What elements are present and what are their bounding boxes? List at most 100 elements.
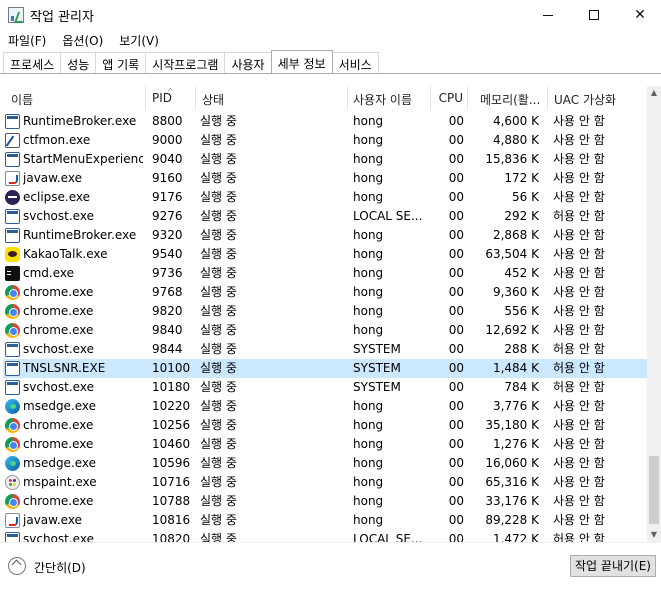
menu-view[interactable]: 보기(V) (111, 30, 167, 50)
table-row[interactable]: chrome.exe 10256 실행 중 hong 00 35,180 K 사용 안 함 (3, 416, 647, 435)
column-header-user[interactable]: 사용자 이름 (348, 86, 431, 110)
process-name: eclipse.exe (23, 190, 91, 204)
table-row[interactable]: chrome.exe 9840 실행 중 hong 00 12,692 K 사용 안 함 (3, 321, 647, 340)
process-uac: 사용 안 함 (553, 399, 605, 413)
table-row[interactable]: svchost.exe 9276 실행 중 LOCAL SE... 00 292 K 허용 … (3, 207, 647, 226)
process-memory: 16,060 K (485, 456, 539, 470)
scroll-up-icon[interactable]: ▲ (647, 86, 661, 100)
process-user: hong (353, 513, 384, 527)
close-button[interactable]: ✕ (617, 0, 661, 30)
tab-services[interactable]: 서비스 (331, 52, 379, 73)
tab-performance[interactable]: 성능 (60, 52, 97, 73)
table-row[interactable]: javaw.exe 10816 실행 중 hong 00 89,228 K 사용 안 함 (3, 511, 647, 530)
column-header-memory[interactable]: 메모리(활... (468, 86, 548, 110)
table-row[interactable]: svchost.exe 10180 실행 중 SYSTEM 00 784 K 허용 안 함 (3, 378, 647, 397)
process-memory: 15,836 K (485, 152, 539, 166)
table-row[interactable]: chrome.exe 10788 실행 중 hong 00 33,176 K 사용 안 함 (3, 492, 647, 511)
column-header-name[interactable]: 이름 (3, 86, 146, 110)
table-row[interactable]: RuntimeBroker.exe 9320 실행 중 hong 00 2,868 K 사용… (3, 226, 647, 245)
table-row[interactable]: javaw.exe 9160 실행 중 hong 00 172 K 사용 안 함 (3, 169, 647, 188)
process-pid: 10716 (152, 475, 191, 489)
paint-icon (5, 475, 20, 490)
process-name: msedge.exe (23, 399, 97, 413)
java-icon (5, 513, 20, 528)
process-status: 실행 중 (200, 285, 237, 299)
table-row[interactable]: TNSLSNR.EXE 10100 실행 중 SYSTEM 00 1,484 K 허용 안 … (3, 359, 647, 378)
table-row[interactable]: ctfmon.exe 9000 실행 중 hong 00 4,880 K 사용 안 함 (3, 131, 647, 150)
fewer-details-link[interactable]: 간단히(D) (34, 559, 86, 576)
table-row[interactable]: chrome.exe 9820 실행 중 hong 00 556 K 사용 안 함 (3, 302, 647, 321)
process-pid: 9820 (152, 304, 183, 318)
menu-bar: 파일(F) 옵션(O) 보기(V) (0, 30, 661, 50)
process-memory: 2,868 K (492, 228, 539, 242)
scroll-down-icon[interactable]: ▼ (647, 528, 661, 542)
vertical-scrollbar[interactable]: ▲ ▼ (647, 86, 661, 542)
process-uac: 사용 안 함 (553, 418, 605, 432)
process-memory: 3,776 K (492, 399, 539, 413)
eclipse-icon (5, 190, 20, 205)
process-cpu: 00 (448, 133, 464, 147)
table-row[interactable]: KakaoTalk.exe 9540 실행 중 hong 00 63,504 K 사용 안 … (3, 245, 647, 264)
process-cpu: 00 (448, 399, 464, 413)
process-user: hong (353, 190, 384, 204)
minimize-button[interactable] (525, 0, 571, 30)
process-memory: 1,276 K (492, 437, 539, 451)
process-name: svchost.exe (23, 209, 94, 223)
process-name: svchost.exe (23, 532, 94, 542)
table-row[interactable]: msedge.exe 10220 실행 중 hong 00 3,776 K 사용 안 함 (3, 397, 647, 416)
table-row[interactable]: cmd.exe 9736 실행 중 hong 00 452 K 사용 안 함 (3, 264, 647, 283)
process-uac: 허용 안 함 (553, 209, 605, 223)
process-status: 실행 중 (200, 399, 237, 413)
maximize-icon (589, 10, 599, 20)
menu-file[interactable]: 파일(F) (0, 30, 54, 50)
process-pid: 9768 (152, 285, 183, 299)
process-name: chrome.exe (23, 304, 94, 318)
process-name: chrome.exe (23, 494, 94, 508)
chevron-up-icon[interactable] (8, 557, 26, 575)
table-row[interactable]: StartMenuExperienc... 9040 실행 중 hong 00 15,83… (3, 150, 647, 169)
app-window-icon (5, 532, 20, 542)
process-pid: 9844 (152, 342, 183, 356)
process-cpu: 00 (448, 418, 464, 432)
tab-app-history[interactable]: 앱 기록 (95, 52, 147, 73)
process-name: javaw.exe (23, 513, 82, 527)
process-memory: 63,504 K (485, 247, 539, 261)
process-cpu: 00 (448, 171, 464, 185)
table-row[interactable]: svchost.exe 10820 실행 중 LOCAL SE... 00 1,472 K… (3, 530, 647, 542)
table-row[interactable]: svchost.exe 9844 실행 중 SYSTEM 00 288 K 허용 안 함 (3, 340, 647, 359)
process-name: chrome.exe (23, 418, 94, 432)
chrome-icon (5, 437, 20, 452)
process-memory: 556 K (504, 304, 539, 318)
end-task-button[interactable]: 작업 끝내기(E) (570, 555, 656, 577)
edge-icon (5, 456, 20, 471)
process-user: hong (353, 494, 384, 508)
app-window-icon (5, 380, 20, 395)
process-cpu: 00 (448, 190, 464, 204)
maximize-button[interactable] (571, 0, 617, 30)
tab-processes[interactable]: 프로세스 (3, 52, 62, 73)
process-uac: 사용 안 함 (553, 133, 605, 147)
tab-details[interactable]: 세부 정보 (270, 50, 333, 73)
process-user: hong (353, 437, 384, 451)
process-uac: 허용 안 함 (553, 342, 605, 356)
column-header-status[interactable]: 상태 (196, 86, 348, 110)
table-row[interactable]: msedge.exe 10596 실행 중 hong 00 16,060 K 사용 안 함 (3, 454, 647, 473)
process-status: 실행 중 (200, 475, 237, 489)
process-status: 실행 중 (200, 247, 237, 261)
table-row[interactable]: chrome.exe 9768 실행 중 hong 00 9,360 K 사용 안 함 (3, 283, 647, 302)
table-row[interactable]: chrome.exe 10460 실행 중 hong 00 1,276 K 사용 안 함 (3, 435, 647, 454)
table-row[interactable]: mspaint.exe 10716 실행 중 hong 00 65,316 K 사용 안 함 (3, 473, 647, 492)
process-cpu: 00 (448, 494, 464, 508)
table-row[interactable]: eclipse.exe 9176 실행 중 hong 00 56 K 사용 안 함 (3, 188, 647, 207)
process-name: svchost.exe (23, 342, 94, 356)
table-row[interactable]: RuntimeBroker.exe 8800 실행 중 hong 00 4,600 K 사용… (3, 112, 647, 131)
menu-options[interactable]: 옵션(O) (54, 30, 111, 50)
process-cpu: 00 (448, 513, 464, 527)
column-header-cpu[interactable]: CPU (431, 86, 468, 110)
process-memory: 452 K (504, 266, 539, 280)
column-header-uac[interactable]: UAC 가상화 (548, 86, 647, 110)
process-user: hong (353, 456, 384, 470)
tab-users[interactable]: 사용자 (224, 52, 272, 73)
tab-startup[interactable]: 시작프로그램 (145, 52, 226, 73)
scroll-thumb[interactable] (649, 456, 659, 524)
